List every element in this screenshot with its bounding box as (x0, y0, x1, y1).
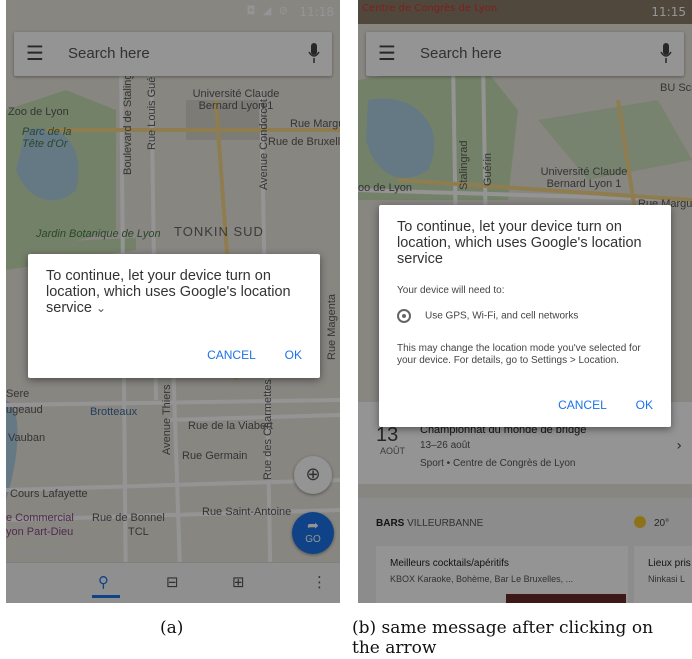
dialog-message-text: To continue, let your device turn on loc… (46, 268, 291, 316)
dialog-note: This may change the location mode you've… (397, 343, 641, 366)
caption-a: (a) (160, 618, 184, 638)
dialog-actions: CANCEL OK (532, 398, 653, 412)
expand-chevron-icon[interactable]: ⌄ (96, 301, 106, 315)
location-dialog-expanded: To continue, let your device turn on loc… (379, 205, 671, 427)
ok-button[interactable]: OK (285, 348, 302, 362)
screenshot-a: ◘ ◢ ⊘ 11:18 ☰ Search here Zoo de Lyon Pa… (6, 0, 340, 603)
gps-item: Use GPS, Wi-Fi, and cell networks (397, 309, 578, 323)
dialog-need-label: Your device will need to: (397, 285, 505, 296)
cancel-button[interactable]: CANCEL (558, 398, 606, 412)
dialog-message: To continue, let your device turn on loc… (397, 219, 642, 267)
dialog-message: To continue, let your device turn on loc… (46, 268, 302, 316)
caption-b-line1: (b) same message after clicking on (352, 618, 654, 638)
caption-b-line2: the arrow (352, 638, 437, 658)
cancel-button[interactable]: CANCEL (207, 348, 255, 362)
ok-button[interactable]: OK (636, 398, 653, 412)
location-dialog: To continue, let your device turn on loc… (28, 254, 320, 378)
screenshot-b: Centre de Congrès de Lyon 11:15 ☰ Search… (358, 0, 692, 603)
gps-item-text: Use GPS, Wi-Fi, and cell networks (425, 310, 579, 322)
gps-icon (397, 309, 411, 323)
dialog-actions: CANCEL OK (181, 348, 302, 362)
